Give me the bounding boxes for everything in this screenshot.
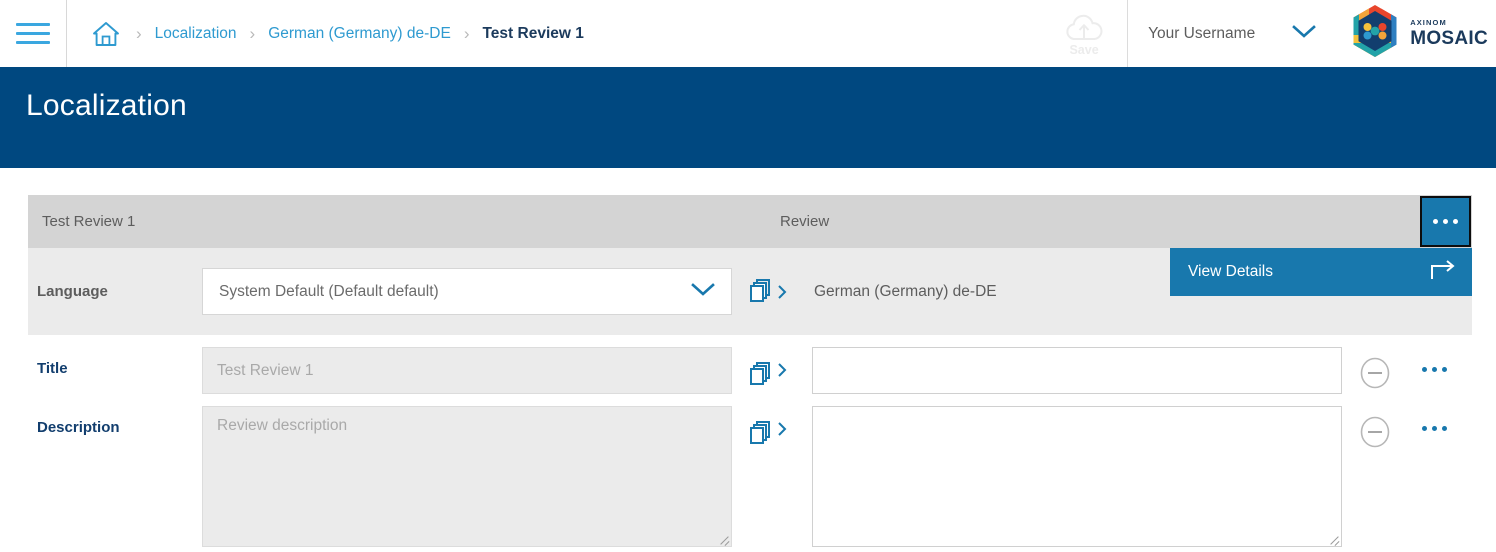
ellipsis-dot (1432, 426, 1437, 431)
user-name-label: Your Username (1148, 25, 1255, 43)
language-target-value: German (Germany) de-DE (804, 283, 997, 301)
logo-wordmark: AXINOM MOSAIC (1410, 19, 1488, 48)
language-select[interactable]: System Default (Default default) (202, 268, 732, 315)
logo-brand-large: MOSAIC (1410, 29, 1488, 48)
copy-to-icon[interactable] (732, 278, 804, 306)
breadcrumb-item-current: Test Review 1 (482, 25, 583, 43)
save-label: Save (1069, 43, 1098, 57)
panel-header-source-title: Test Review 1 (28, 213, 780, 230)
breadcrumb: › Localization › German (Germany) de-DE … (67, 0, 584, 67)
copy-to-icon[interactable] (732, 347, 804, 389)
description-source-textarea[interactable]: Review description (202, 406, 732, 547)
arrow-right-turn-icon (1428, 257, 1458, 288)
hamburger-bar (16, 23, 50, 26)
field-row-description: Description Review description (28, 394, 1472, 547)
copy-to-icon[interactable] (732, 406, 804, 448)
breadcrumb-separator: › (123, 25, 155, 42)
breadcrumb-separator: › (237, 25, 269, 42)
description-source-placeholder: Review description (217, 417, 347, 434)
user-menu[interactable]: Your Username (1128, 0, 1339, 67)
hamburger-bar (16, 41, 50, 44)
home-icon[interactable] (89, 20, 123, 48)
panel-actions-button[interactable] (1420, 196, 1471, 247)
minus-circle-icon[interactable] (1342, 406, 1408, 448)
localization-panel: Test Review 1 Review View Details (28, 195, 1472, 547)
title-target-wrap (812, 347, 1342, 394)
description-row-menu-button[interactable] (1408, 406, 1460, 431)
field-label-language: Language (28, 283, 202, 300)
page-banner: Localization (0, 67, 1496, 168)
ellipsis-dot (1433, 219, 1438, 224)
top-bar: › Localization › German (Germany) de-DE … (0, 0, 1496, 67)
field-label-description: Description (28, 406, 202, 436)
panel-header-target-title: Review (780, 213, 829, 230)
ellipsis-dot (1453, 219, 1458, 224)
app-logo[interactable]: AXINOM MOSAIC (1339, 0, 1496, 67)
ellipsis-dot (1422, 367, 1427, 372)
title-target-input[interactable] (812, 347, 1342, 394)
chevron-down-icon[interactable] (689, 280, 717, 303)
page-title: Localization (26, 89, 187, 123)
title-row-menu-button[interactable] (1408, 347, 1460, 372)
field-label-title: Title (28, 347, 202, 377)
field-row-title: Title Test Review 1 (28, 335, 1472, 394)
mosaic-hexagon-logo (1347, 3, 1403, 64)
hamburger-menu-icon[interactable] (0, 0, 66, 67)
title-source-input[interactable]: Test Review 1 (202, 347, 732, 394)
logo-brand-small: AXINOM (1410, 19, 1488, 27)
hamburger-bar (16, 32, 50, 35)
panel-header: Test Review 1 Review View Details (28, 195, 1472, 248)
menu-item-view-details[interactable]: View Details (1170, 248, 1472, 296)
description-target-textarea[interactable] (812, 406, 1342, 547)
description-target-wrap (812, 406, 1342, 547)
breadcrumb-item-language[interactable]: German (Germany) de-DE (268, 25, 451, 43)
cloud-upload-icon (1062, 14, 1106, 44)
breadcrumb-item-localization[interactable]: Localization (155, 25, 237, 43)
content-area: Test Review 1 Review View Details (0, 168, 1496, 552)
ellipsis-dot (1443, 219, 1448, 224)
breadcrumb-separator: › (451, 25, 483, 42)
minus-circle-icon[interactable] (1342, 347, 1408, 389)
ellipsis-dot (1422, 426, 1427, 431)
ellipsis-dot (1442, 426, 1447, 431)
chevron-down-icon[interactable] (1291, 23, 1317, 44)
save-button[interactable]: Save (1041, 0, 1127, 67)
menu-item-label: View Details (1188, 263, 1428, 281)
language-select-value: System Default (Default default) (219, 283, 689, 301)
top-bar-right: Save Your Username (1041, 0, 1496, 67)
ellipsis-dot (1432, 367, 1437, 372)
ellipsis-dot (1442, 367, 1447, 372)
resize-handle[interactable] (719, 534, 729, 544)
resize-handle[interactable] (1329, 534, 1339, 544)
